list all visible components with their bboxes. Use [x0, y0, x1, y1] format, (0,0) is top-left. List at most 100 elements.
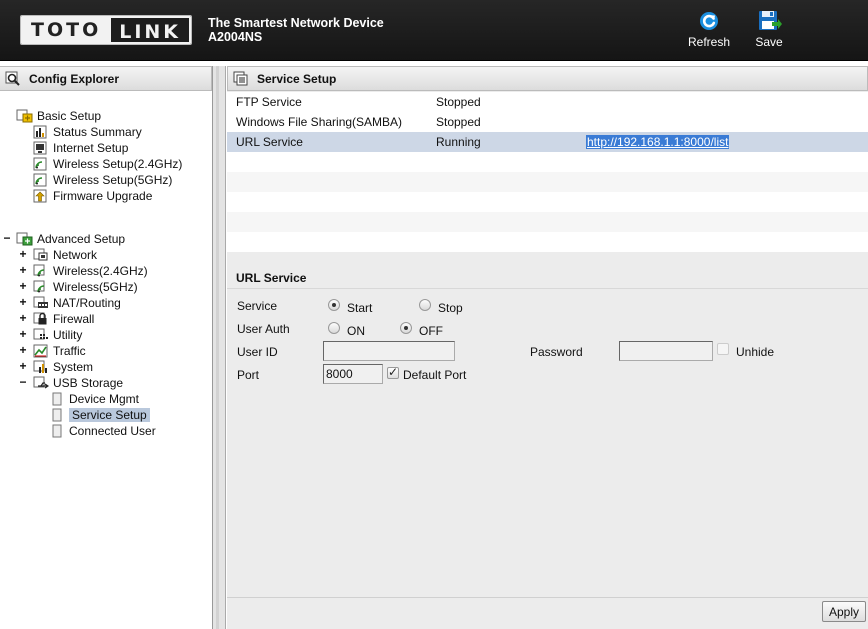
tree-service-setup[interactable]: Service Setup [48, 407, 150, 423]
monitor-icon [32, 140, 50, 156]
lock-icon [32, 311, 50, 327]
start-label: Start [347, 301, 373, 315]
tree-toggle-system[interactable]: + [18, 359, 28, 373]
default-port-checkbox[interactable] [387, 365, 399, 379]
tree-firewall[interactable]: Firewall [32, 311, 94, 327]
tree-toggle-nat[interactable]: + [18, 295, 28, 309]
tree-toggle-advanced[interactable]: − [2, 231, 12, 245]
tree-firmware-upgrade[interactable]: Firmware Upgrade [32, 188, 152, 204]
magnifier-icon [5, 71, 20, 86]
tree-status-summary[interactable]: Status Summary [32, 124, 142, 140]
tree-traffic[interactable]: Traffic [32, 343, 86, 359]
save-icon [759, 11, 782, 30]
tree-advanced-setup[interactable]: Advanced Setup [16, 231, 125, 247]
tree-item-label: Wireless(5GHz) [53, 280, 138, 294]
tree-item-label: Wireless Setup(2.4GHz) [53, 157, 183, 171]
password-input[interactable] [619, 341, 713, 361]
table-row[interactable]: URL Service Running http://192.168.1.1:8… [227, 132, 868, 152]
tree-internet-setup[interactable]: Internet Setup [32, 140, 128, 156]
service-name: FTP Service [236, 95, 302, 109]
empty-row [227, 232, 868, 252]
window-list-icon [233, 71, 248, 85]
usb-icon [32, 375, 50, 391]
config-explorer-title: Config Explorer [0, 66, 212, 91]
service-status: Stopped [436, 95, 481, 109]
service-status: Stopped [436, 115, 481, 129]
tree-device-mgmt[interactable]: Device Mgmt [48, 391, 139, 407]
user-auth-on-radio[interactable] [328, 322, 340, 334]
tree-item-label: Status Summary [53, 125, 142, 139]
page-icon [48, 391, 66, 407]
wireless-icon [32, 279, 50, 295]
tree-network[interactable]: Network [32, 247, 97, 263]
traffic-chart-icon [32, 343, 50, 359]
tree-utility[interactable]: Utility [32, 327, 82, 343]
tree-wireless-24[interactable]: Wireless Setup(2.4GHz) [32, 156, 182, 172]
tree-adv-wireless-24[interactable]: Wireless(2.4GHz) [32, 263, 148, 279]
tree-toggle-network[interactable]: + [18, 247, 28, 261]
save-label: Save [755, 35, 783, 49]
unhide-label: Unhide [736, 345, 775, 359]
logo-left: TOTO [21, 16, 110, 44]
save-button[interactable]: Save [739, 10, 799, 49]
tree-item-label: NAT/Routing [53, 296, 121, 310]
tree-toggle-wireless-5[interactable]: + [18, 279, 28, 293]
tree-toggle-firewall[interactable]: + [18, 311, 28, 325]
tree-item-label: Firewall [53, 312, 95, 326]
service-url-link[interactable]: http://192.168.1.1:8000/list [586, 135, 730, 149]
table-row[interactable]: Windows File Sharing(SAMBA) Stopped [227, 112, 868, 132]
router-icon [32, 295, 50, 311]
tree-item-label: Traffic [53, 344, 86, 358]
upgrade-arrow-icon [32, 188, 50, 204]
wireless-icon [32, 263, 50, 279]
table-row[interactable]: FTP Service Stopped [227, 92, 868, 112]
refresh-label: Refresh [687, 35, 731, 49]
service-table: FTP Service Stopped Windows File Sharing… [227, 92, 868, 252]
empty-row [227, 192, 868, 212]
tree-item-label: Utility [53, 328, 83, 342]
apply-button[interactable]: Apply [822, 601, 866, 622]
tree-toggle-traffic[interactable]: + [18, 343, 28, 357]
service-setup-label: Service Setup [257, 71, 337, 86]
refresh-icon [700, 12, 718, 30]
panel-splitter[interactable] [213, 66, 226, 629]
page-icon [48, 423, 66, 439]
port-input[interactable] [323, 364, 383, 384]
refresh-button[interactable]: Refresh [679, 10, 739, 49]
tree-basic-setup-label: Basic Setup [37, 109, 102, 123]
password-label: Password [530, 345, 583, 359]
service-status: Running [436, 135, 481, 149]
tree-toggle-utility[interactable]: + [18, 327, 28, 341]
user-auth-off-radio[interactable] [400, 322, 412, 334]
logo-right: LINK [109, 16, 192, 44]
tree-system[interactable]: System [32, 359, 93, 375]
config-explorer-label: Config Explorer [29, 71, 120, 86]
service-start-radio[interactable] [328, 299, 340, 311]
footer-divider [227, 597, 868, 598]
stop-label: Stop [438, 301, 463, 315]
tree-nat-routing[interactable]: NAT/Routing [32, 295, 121, 311]
service-label: Service [237, 299, 278, 313]
service-stop-radio[interactable] [419, 299, 431, 311]
tree-toggle-usb[interactable]: − [18, 375, 28, 389]
tree-connected-user[interactable]: Connected User [48, 423, 156, 439]
url-service-section-title: URL Service [227, 267, 868, 289]
tree-item-label: USB Storage [53, 376, 124, 390]
tree-toggle-wireless-24[interactable]: + [18, 263, 28, 277]
network-icon [32, 247, 50, 263]
user-auth-label: User Auth [237, 322, 290, 336]
tree-adv-wireless-5[interactable]: Wireless(5GHz) [32, 279, 138, 295]
user-id-input[interactable] [323, 341, 455, 361]
service-setup-panel: Service Setup FTP Service Stopped Window… [227, 66, 868, 629]
tree-basic-setup[interactable]: Basic Setup [16, 108, 101, 124]
unhide-checkbox[interactable] [717, 343, 729, 355]
wireless-icon [32, 156, 50, 172]
tree-item-label: Wireless Setup(5GHz) [53, 173, 173, 187]
device-model: A2004NS [208, 30, 263, 44]
tree-item-label: Internet Setup [53, 141, 129, 155]
folder-config-icon [16, 108, 34, 124]
tree-item-label: System [53, 360, 94, 374]
tree-usb-storage[interactable]: USB Storage [32, 375, 123, 391]
tree-wireless-5[interactable]: Wireless Setup(5GHz) [32, 172, 172, 188]
config-explorer-panel: Config Explorer Basic Setup Status Summa… [0, 66, 213, 629]
